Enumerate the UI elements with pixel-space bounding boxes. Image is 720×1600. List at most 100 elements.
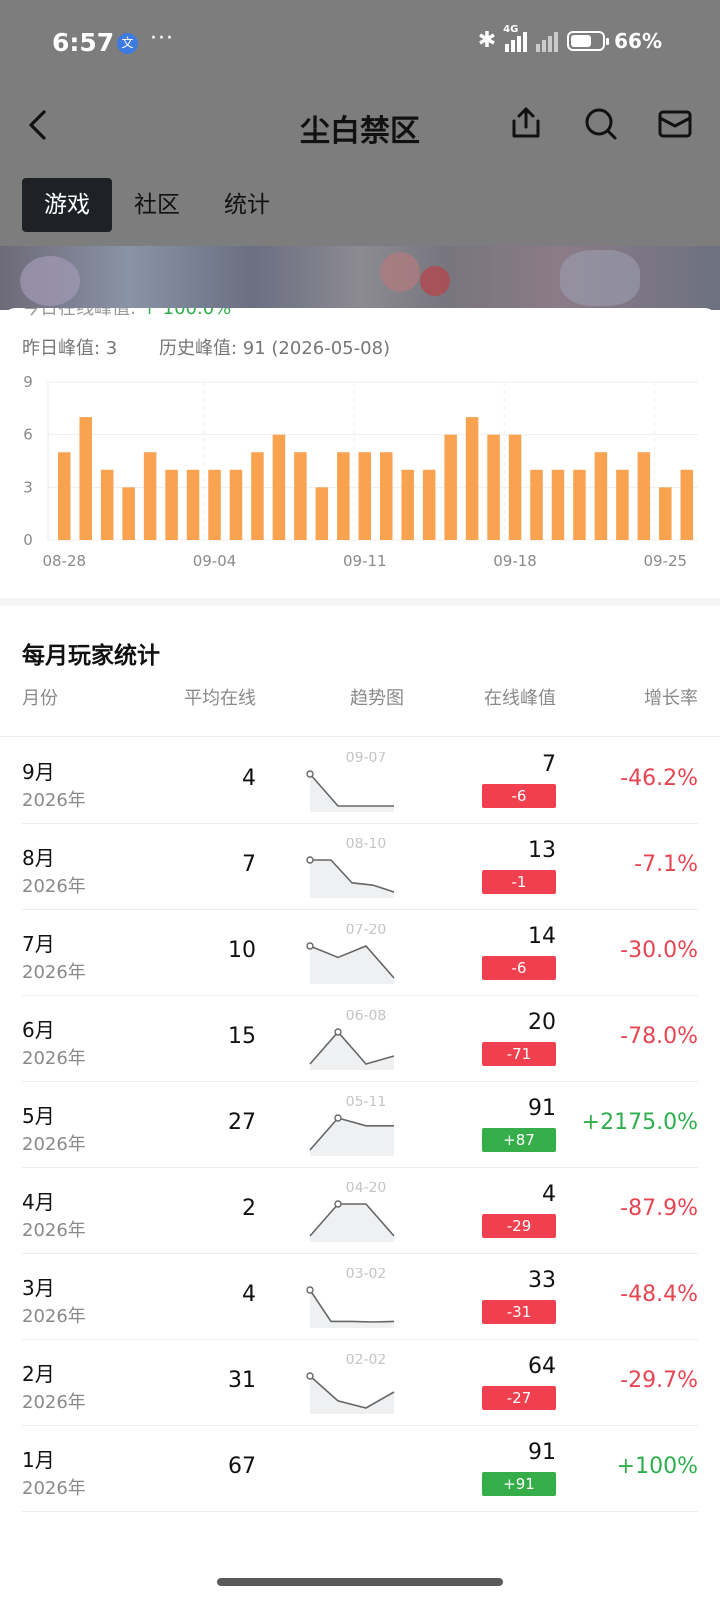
row-peak: 14: [528, 924, 556, 949]
row-month: 1月: [22, 1448, 55, 1472]
row-trend-sparkline: 08-10: [306, 838, 395, 898]
chart-bar[interactable]: [294, 452, 307, 540]
bluetooth-icon: ✱: [477, 28, 497, 53]
yesterday-peak: 昨日峰值: 3: [22, 338, 118, 359]
battery-icon: [567, 30, 610, 51]
status-bar: 6:57 文 ··· ✱ 4G 66%: [0, 0, 720, 90]
row-growth-rate: +2175.0%: [581, 1110, 698, 1135]
row-peak: 4: [542, 1182, 556, 1207]
trend-peak-point: [306, 942, 314, 950]
chart-bar[interactable]: [530, 469, 543, 540]
share-icon[interactable]: [508, 105, 544, 141]
header-divider: [0, 736, 720, 737]
chart-bar[interactable]: [637, 452, 651, 540]
row-year: 2026年: [22, 1048, 86, 1069]
trend-area: [310, 860, 394, 898]
chart-bar[interactable]: [401, 469, 414, 540]
header-month: 月份: [22, 688, 58, 709]
monthly-row[interactable]: 5月 2026年 27 05-11 91 +87 +2175.0%: [0, 1082, 720, 1168]
chart-bar[interactable]: [616, 469, 629, 540]
row-avg-online: 4: [242, 766, 256, 791]
chart-bar[interactable]: [186, 469, 200, 540]
monthly-row[interactable]: 4月 2026年 2 04-20 4 -29 -87.9%: [0, 1168, 720, 1254]
search-icon[interactable]: [583, 106, 619, 142]
row-month: 6月: [22, 1018, 55, 1042]
chart-bar[interactable]: [229, 469, 243, 540]
monthly-row[interactable]: 9月 2026年 4 09-07 7 -6 -46.2%: [0, 738, 720, 824]
monthly-row[interactable]: 6月 2026年 15 06-08 20 -71 -78.0%: [0, 996, 720, 1082]
monthly-row[interactable]: 7月 2026年 10 07-20 14 -6 -30.0%: [0, 910, 720, 996]
mail-icon[interactable]: [657, 108, 693, 140]
monthly-row[interactable]: 8月 2026年 7 08-10 13 -1 -7.1%: [0, 824, 720, 910]
chart-bar[interactable]: [680, 469, 694, 540]
chart-bar[interactable]: [100, 469, 114, 540]
nav-bar: 尘白禁区: [0, 90, 720, 160]
trend-peak-date: 04-20: [346, 1182, 387, 1196]
chart-bar[interactable]: [358, 452, 372, 540]
monthly-row[interactable]: 2月 2026年 31 02-02 64 -27 -29.7%: [0, 1340, 720, 1426]
chart-bar[interactable]: [337, 452, 350, 540]
today-peak-change: ↑ 100.0%: [141, 308, 232, 319]
row-growth-rate: -46.2%: [620, 766, 698, 791]
trend-area: [310, 1376, 394, 1414]
chart-bar[interactable]: [594, 452, 608, 540]
row-trend-sparkline: 04-20: [309, 1182, 395, 1242]
row-avg-online: 31: [228, 1368, 256, 1393]
chart-bar[interactable]: [465, 417, 479, 540]
banner-decoration: [20, 256, 80, 306]
chart-bar[interactable]: [165, 469, 178, 540]
chart-bar[interactable]: [551, 469, 565, 540]
network-type-label: 4G: [503, 23, 519, 35]
chart-bar[interactable]: [58, 452, 71, 540]
row-month: 7月: [22, 932, 55, 956]
row-growth-rate: -48.4%: [620, 1282, 698, 1307]
chart-bar[interactable]: [444, 434, 457, 540]
chart-bar[interactable]: [272, 434, 286, 540]
row-month: 4月: [22, 1190, 55, 1214]
chart-bar[interactable]: [487, 434, 500, 540]
row-month: 8月: [22, 846, 55, 870]
row-year: 2026年: [22, 1478, 86, 1499]
chart-bar[interactable]: [251, 452, 264, 540]
row-peak-delta-badge: -71: [482, 1042, 556, 1066]
x-tick-label: 09-25: [644, 552, 688, 570]
trend-peak-date: 09-07: [346, 752, 387, 766]
row-year: 2026年: [22, 962, 86, 983]
tab-community[interactable]: 社区: [112, 178, 202, 232]
row-month: 5月: [22, 1104, 55, 1128]
trend-peak-point: [306, 856, 314, 864]
section-divider: [0, 598, 720, 606]
chart-bar[interactable]: [143, 452, 157, 540]
chart-bar[interactable]: [508, 434, 522, 540]
y-tick-label: 9: [23, 374, 33, 391]
stats-sheet[interactable]: 今日在线峰值: ↑ 100.0% 昨日峰值: 3 历史峰值: 91 (2026-…: [0, 308, 720, 1600]
monthly-row[interactable]: 3月 2026年 4 03-02 33 -31 -48.4%: [0, 1254, 720, 1340]
row-avg-online: 67: [228, 1454, 256, 1479]
chart-bar[interactable]: [380, 452, 393, 540]
chart-bar[interactable]: [659, 487, 672, 540]
translate-app-icon: 文: [117, 33, 138, 54]
row-peak: 91: [528, 1440, 556, 1465]
header-peak: 在线峰值: [484, 688, 556, 709]
chart-bar[interactable]: [122, 487, 135, 540]
x-tick-label: 08-28: [42, 552, 86, 570]
chart-bar[interactable]: [573, 469, 586, 540]
today-peak-label: 今日在线峰值:: [22, 308, 137, 319]
home-indicator[interactable]: [217, 1578, 503, 1586]
banner-decoration: [380, 252, 420, 292]
tab-game[interactable]: 游戏: [22, 178, 112, 232]
trend-peak-point: [334, 1028, 342, 1036]
monthly-row[interactable]: 1月 2026年 67 91 +91 +100%: [0, 1426, 720, 1512]
chart-bar[interactable]: [208, 469, 221, 540]
chart-bar[interactable]: [315, 487, 329, 540]
status-time: 6:57: [52, 28, 115, 57]
row-trend-sparkline: 07-20: [306, 924, 395, 984]
tab-statistics[interactable]: 统计: [202, 178, 292, 232]
chart-bar[interactable]: [422, 469, 436, 540]
trend-peak-point: [334, 1114, 342, 1122]
history-peak: 历史峰值: 91 (2026-05-08): [158, 338, 391, 359]
chart-bar[interactable]: [79, 417, 92, 540]
trend-peak-date: 06-08: [346, 1010, 387, 1024]
header-avg-online: 平均在线: [184, 688, 256, 709]
row-year: 2026年: [22, 1306, 86, 1327]
